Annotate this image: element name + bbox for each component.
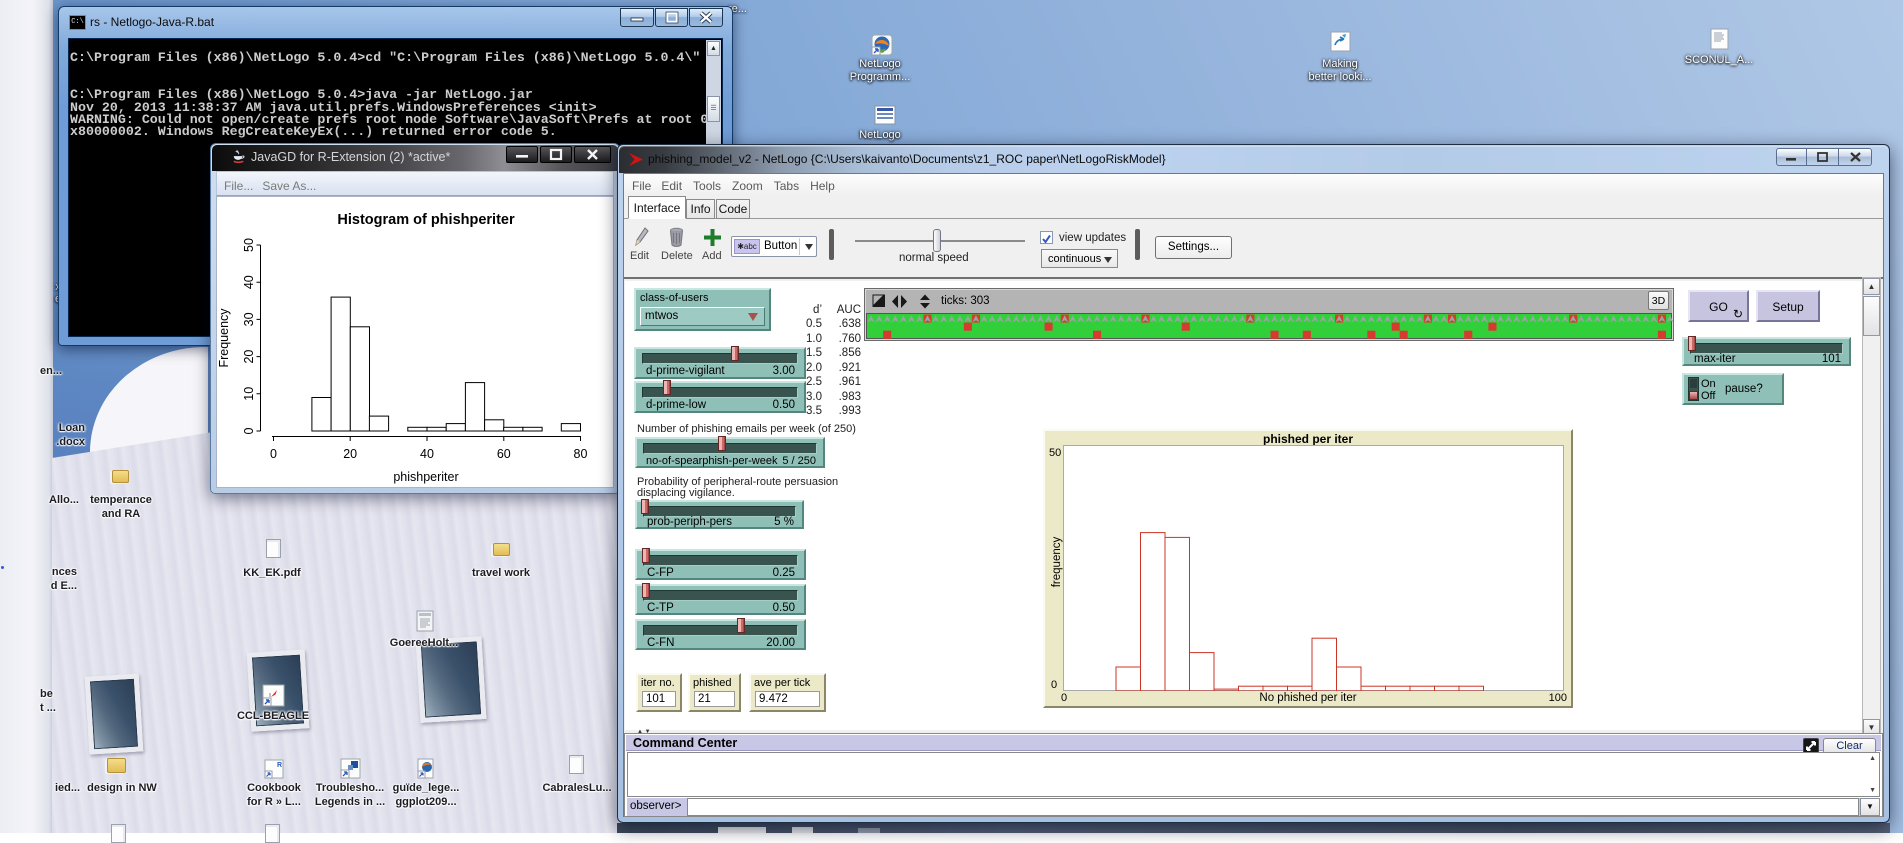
- svg-text:30: 30: [242, 312, 256, 326]
- svg-text:10: 10: [242, 387, 256, 401]
- svg-text:60: 60: [497, 447, 511, 461]
- svg-text:40: 40: [420, 447, 434, 461]
- svg-text:Histogram of phishperiter: Histogram of phishperiter: [337, 212, 515, 228]
- svg-text:80: 80: [574, 447, 588, 461]
- svg-text:50: 50: [242, 238, 256, 252]
- svg-text:0: 0: [242, 427, 256, 434]
- svg-text:40: 40: [242, 275, 256, 289]
- svg-text:Frequency: Frequency: [217, 308, 231, 368]
- svg-text:20: 20: [242, 350, 256, 364]
- svg-text:20: 20: [343, 447, 357, 461]
- svg-text:R: R: [277, 762, 282, 769]
- svg-text:0: 0: [270, 447, 277, 461]
- svg-text:phishperiter: phishperiter: [393, 470, 458, 484]
